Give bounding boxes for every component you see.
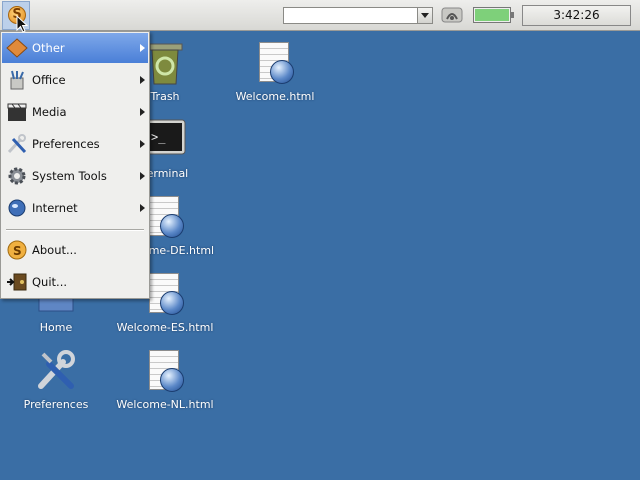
battery-icon[interactable] [473, 7, 514, 23]
other-icon [6, 38, 28, 58]
menu-item-system-tools[interactable]: System Tools [2, 161, 148, 191]
desktop-icon-label: Welcome-ES.html [116, 321, 214, 334]
menu-item-quit[interactable]: Quit... [2, 267, 148, 297]
menu-item-other[interactable]: Other [2, 33, 148, 63]
desktop-icon-label: Welcome.html [235, 90, 315, 103]
gear-icon [8, 167, 26, 185]
mouse-cursor-icon [16, 15, 29, 33]
globe-icon [8, 199, 26, 217]
panel-combo-box[interactable] [283, 7, 433, 24]
clock[interactable]: 3:42:26 [522, 5, 631, 26]
about-icon: S [7, 240, 27, 260]
menu-item-label: Other [32, 41, 65, 55]
quit-icon [7, 273, 27, 291]
menu-item-internet[interactable]: Internet [2, 193, 148, 223]
menu-item-preferences[interactable]: Preferences [2, 129, 148, 159]
svg-text:>_: >_ [151, 130, 166, 144]
menu-item-label: Preferences [32, 137, 100, 151]
submenu-arrow-icon [140, 44, 145, 52]
office-icon [10, 70, 24, 90]
menu-item-label: Office [32, 73, 66, 87]
desktop-icon-label: Home [39, 321, 73, 334]
submenu-arrow-icon [140, 76, 145, 84]
network-status-icon[interactable] [441, 6, 463, 24]
html-document-icon [252, 40, 298, 86]
menu-item-media[interactable]: Media [2, 97, 148, 127]
media-icon [7, 103, 27, 121]
submenu-arrow-icon [140, 172, 145, 180]
battery-level [475, 9, 509, 21]
submenu-arrow-icon [140, 204, 145, 212]
top-panel: S 3:42:26 [0, 0, 640, 31]
desktop-icon-label: Preferences [23, 398, 89, 411]
menu-item-label: About... [32, 243, 77, 257]
menu-separator [6, 229, 144, 231]
menu-item-label: Media [32, 105, 67, 119]
html-document-icon [142, 348, 188, 394]
tools-icon [33, 348, 79, 394]
menu-item-label: System Tools [32, 169, 107, 183]
submenu-arrow-icon [140, 108, 145, 116]
desktop-icon-welcome-html[interactable]: Welcome.html [225, 40, 325, 103]
submenu-arrow-icon [140, 140, 145, 148]
menu-item-label: Quit... [32, 275, 68, 289]
chevron-down-icon[interactable] [417, 8, 432, 23]
preferences-icon [7, 134, 27, 154]
menu-item-label: Internet [32, 201, 78, 215]
svg-text:S: S [13, 244, 22, 258]
menu-item-about[interactable]: S About... [2, 235, 148, 265]
menu-item-office[interactable]: Office [2, 65, 148, 95]
battery-tip [511, 12, 514, 18]
desktop-icon-preferences[interactable]: Preferences [6, 348, 106, 411]
application-menu: Other Office Media Preferences System To… [0, 31, 150, 299]
desktop-icon-label: Welcome-NL.html [116, 398, 214, 411]
desktop-icon-welcome-nl[interactable]: Welcome-NL.html [115, 348, 215, 411]
